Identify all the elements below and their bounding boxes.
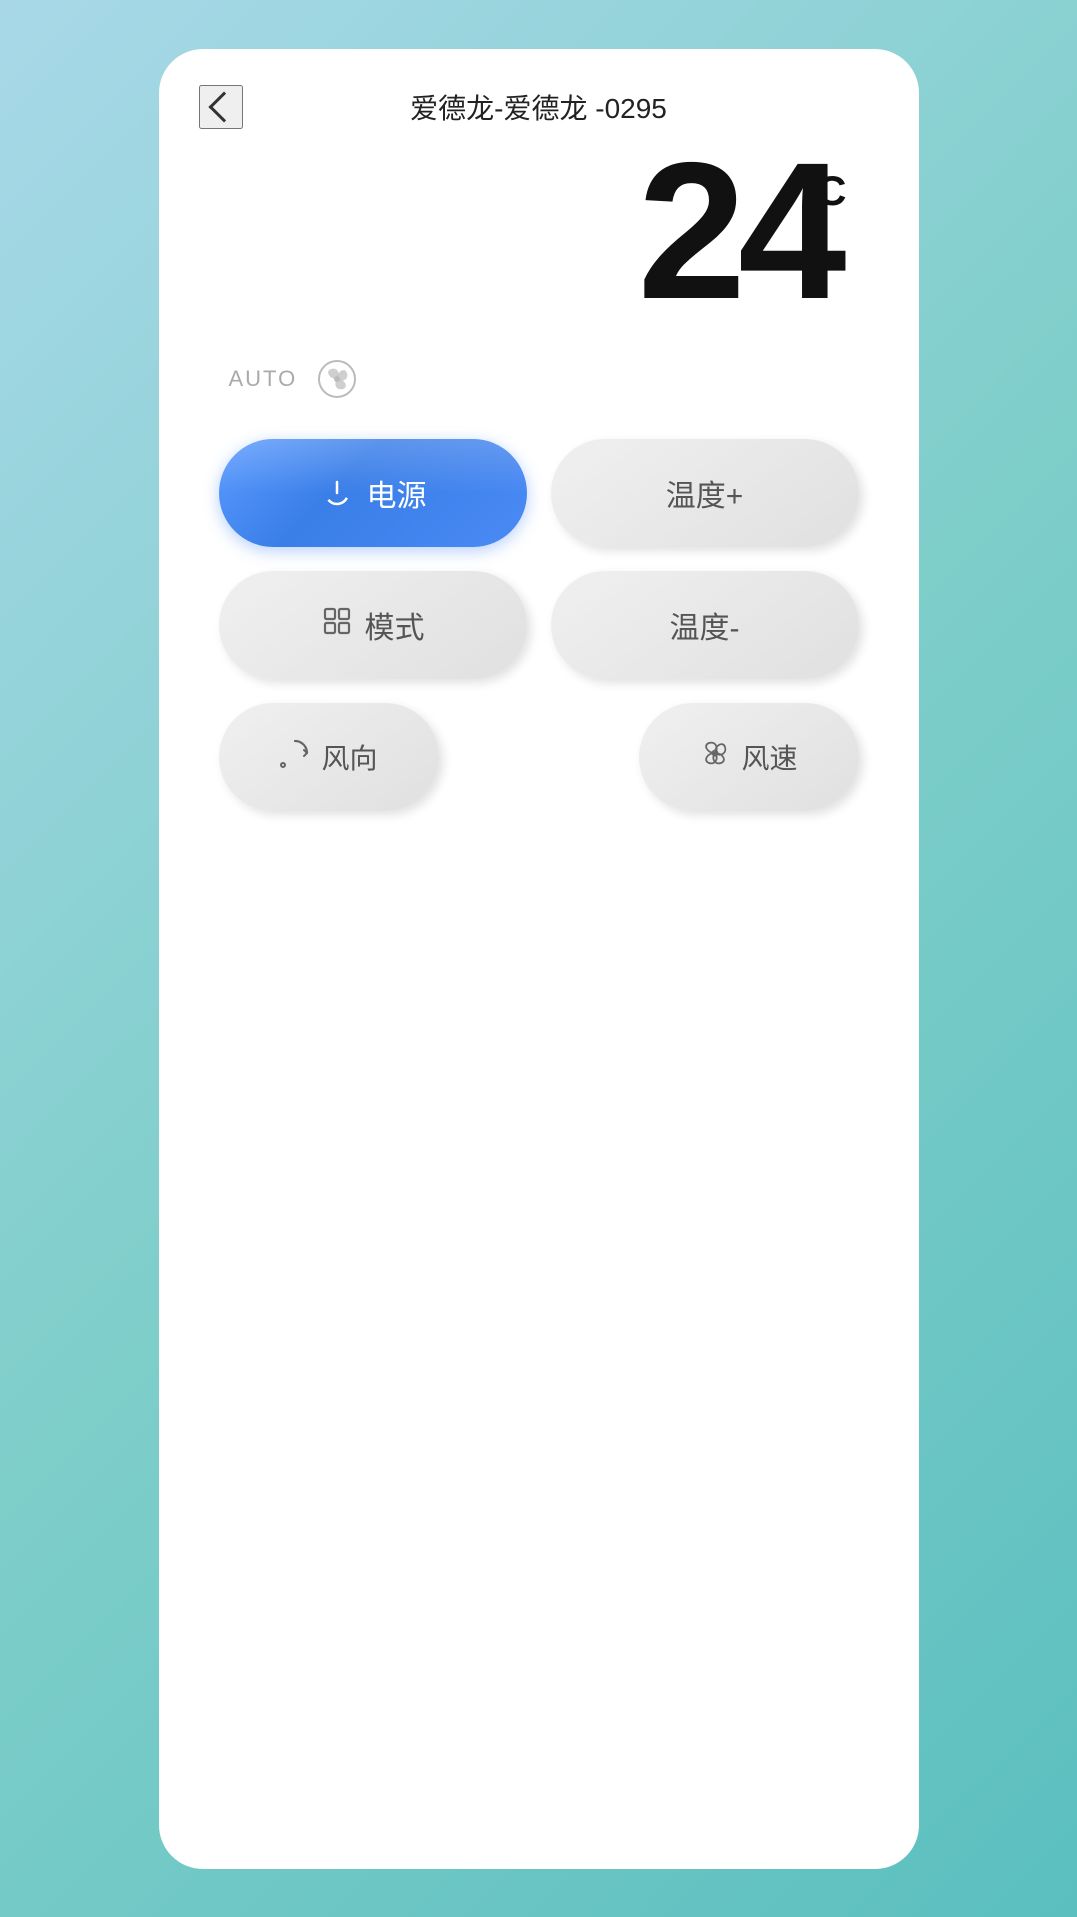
temp-minus-button[interactable]: 温度-	[551, 571, 859, 679]
power-label: 电源	[367, 471, 427, 515]
mode-icon	[321, 605, 353, 645]
temp-minus-label: 温度-	[670, 603, 740, 647]
temp-plus-label: 温度+	[666, 471, 744, 515]
controls-row-2: 模式 温度-	[219, 571, 859, 679]
temperature-value: 24	[638, 134, 839, 329]
mode-button[interactable]: 模式	[219, 571, 527, 679]
mode-label: 模式	[365, 603, 425, 647]
wind-direction-icon	[279, 737, 311, 776]
main-card: 爱德龙-爱德龙 -0295 °C 24 AUTO	[159, 49, 919, 1869]
page-title: 爱德龙-爱德龙 -0295	[410, 87, 667, 127]
wind-direction-label: 风向	[321, 737, 377, 777]
controls-row-3: 风向 风速	[219, 703, 859, 811]
auto-label: AUTO	[229, 366, 298, 392]
temperature-unit: °C	[799, 167, 846, 215]
temperature-display: °C 24	[159, 149, 919, 349]
wind-speed-button[interactable]: 风速	[639, 703, 859, 811]
auto-row: AUTO	[159, 349, 919, 419]
wind-direction-button[interactable]: 风向	[219, 703, 439, 811]
back-icon	[208, 91, 239, 122]
wind-speed-icon	[699, 737, 731, 776]
temp-plus-button[interactable]: 温度+	[551, 439, 859, 547]
fan-icon	[317, 359, 357, 399]
power-icon	[319, 475, 355, 511]
back-button[interactable]	[199, 85, 243, 129]
controls-area: 电源 温度+ 模式 温度-	[159, 419, 919, 831]
controls-row-1: 电源 温度+	[219, 439, 859, 547]
power-button[interactable]: 电源	[219, 439, 527, 547]
wind-speed-label: 风速	[741, 737, 797, 777]
